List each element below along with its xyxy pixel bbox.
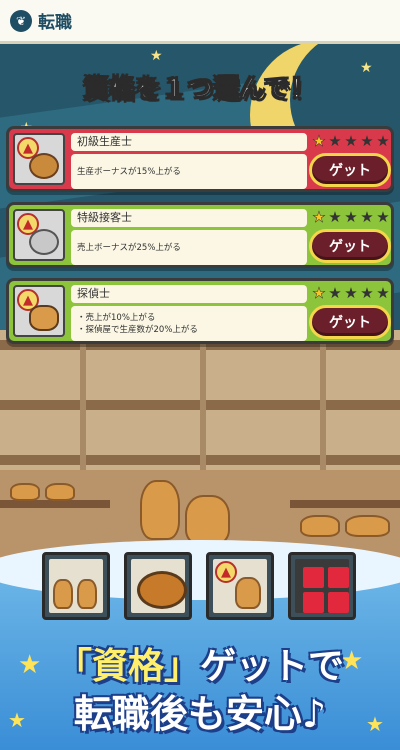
promo-catchphrase-line2: 転職後も安心♪ — [73, 692, 327, 736]
qualification-description: ・売上が10%上がる ・探偵屋で生産数が20%上がる — [71, 306, 307, 341]
promo-catchphrase-line1: 「資格」ゲットで — [55, 646, 345, 687]
star-icon: ★ — [312, 208, 326, 227]
star-icon: ★ — [360, 208, 374, 226]
star-decoration: ★ — [150, 48, 163, 64]
coins-icon: ▲ — [13, 209, 65, 261]
qualification-card: ▲ 探偵士 ・売上が10%上がる ・探偵屋で生産数が20%上がる ★ ★ ★ ★… — [6, 278, 394, 344]
bread-decoration — [345, 515, 390, 537]
qualification-name: 特級接客士 — [71, 209, 307, 227]
detective-icon: ▲ — [13, 285, 65, 337]
bread-decoration — [10, 483, 40, 501]
star-icon: ★ — [344, 132, 358, 150]
qualification-card: ▲ 特級接客士 売上ボーナスが25%上がる ★ ★ ★ ★ ★ ゲット — [6, 202, 394, 268]
star-icon: ★ — [360, 284, 374, 302]
page-title: 転職 — [38, 13, 72, 33]
leaf-icon: ❦ — [10, 9, 32, 32]
qualification-description: 生産ボーナスが15%上がる — [71, 154, 307, 189]
bread-decoration — [185, 495, 230, 545]
rarity-stars: ★ ★ ★ ★ ★ — [311, 207, 391, 227]
qualification-card: ▲ 初級生産士 生産ボーナスが15%上がる ★ ★ ★ ★ ★ ゲット — [6, 126, 394, 192]
star-icon: ★ — [328, 208, 342, 226]
qualification-name: 初級生産士 — [71, 133, 307, 151]
star-icon: ★ — [376, 208, 390, 226]
star-icon: ★ — [376, 132, 390, 150]
king-icon: ▲ — [206, 552, 274, 620]
grid-icon — [288, 552, 356, 620]
bread-decoration — [300, 515, 340, 537]
bread-decoration — [45, 483, 75, 501]
star-icon: ★ — [344, 208, 358, 226]
rarity-stars: ★ ★ ★ ★ ★ — [311, 131, 391, 151]
get-button[interactable]: ゲット — [309, 305, 391, 339]
star-icon: ★ — [312, 284, 326, 303]
get-button[interactable]: ゲット — [309, 153, 391, 187]
star-icon: ★ — [360, 132, 374, 150]
star-icon: ★ — [312, 132, 326, 151]
bread-icon: ▲ — [13, 133, 65, 185]
star-decoration: ★ — [360, 60, 373, 76]
star-icon: ★ — [344, 284, 358, 302]
screen-header: ❦ 転職 — [0, 0, 400, 44]
star-icon: ★ — [328, 284, 342, 302]
instruction-banner: 資格を１つ選んで！ — [83, 74, 317, 104]
dorayaki-icon — [124, 552, 192, 620]
star-icon: ★ — [376, 284, 390, 302]
bread-decoration — [140, 480, 180, 540]
get-button[interactable]: ゲット — [309, 229, 391, 263]
bakers-icon — [42, 552, 110, 620]
star-icon: ★ — [328, 132, 342, 150]
qualification-name: 探偵士 — [71, 285, 307, 303]
rarity-stars: ★ ★ ★ ★ ★ — [311, 283, 391, 303]
qualification-description: 売上ボーナスが25%上がる — [71, 230, 307, 265]
